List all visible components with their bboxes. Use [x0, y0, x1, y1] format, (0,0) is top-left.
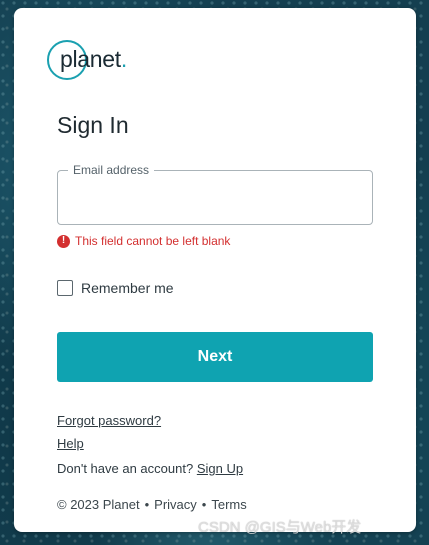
no-account-text: Don't have an account? — [57, 461, 194, 476]
copyright-text: © 2023 Planet — [57, 497, 140, 512]
remember-me-label[interactable]: Remember me — [81, 280, 174, 296]
page-title: Sign In — [57, 112, 129, 138]
email-error-message: ! This field cannot be left blank — [57, 234, 230, 248]
error-icon: ! — [57, 234, 70, 248]
logo-dot: . — [120, 46, 127, 72]
email-input[interactable] — [58, 171, 372, 224]
terms-link[interactable]: Terms — [211, 497, 246, 512]
planet-logo: planet. — [47, 40, 137, 82]
footer: © 2023 Planet • Privacy • Terms — [57, 497, 247, 512]
forgot-password-link[interactable]: Forgot password? — [57, 413, 161, 428]
privacy-link[interactable]: Privacy — [154, 497, 197, 512]
signup-prompt: Don't have an account? Sign Up — [57, 461, 243, 476]
footer-separator: • — [201, 497, 207, 512]
remember-me[interactable]: Remember me — [57, 280, 174, 296]
sign-in-card: planet. Sign In Email address ! This fie… — [14, 8, 416, 532]
email-field[interactable]: Email address — [57, 163, 373, 225]
error-text: This field cannot be left blank — [75, 234, 231, 248]
sign-up-link[interactable]: Sign Up — [197, 461, 243, 476]
next-button[interactable]: Next — [57, 332, 373, 382]
watermark-text: CSDN @GIS与Web开发 — [198, 519, 362, 536]
remember-me-checkbox[interactable] — [57, 280, 73, 296]
footer-separator: • — [144, 497, 150, 512]
logo-text: planet — [60, 46, 121, 72]
help-link[interactable]: Help — [57, 436, 84, 451]
